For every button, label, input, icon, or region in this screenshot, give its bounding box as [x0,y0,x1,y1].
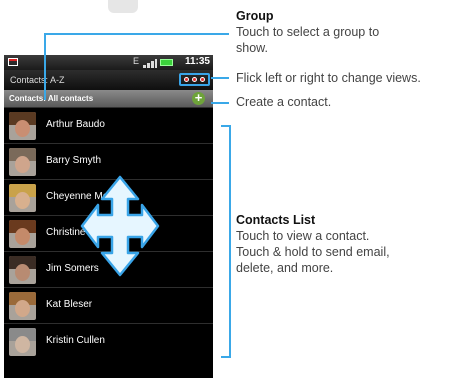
create-callout-text: Create a contact. [236,95,332,109]
list-bracket [221,125,230,127]
list-bracket [221,356,230,358]
avatar [9,256,36,284]
group-callout-text: Touch to select a group to [236,25,380,39]
flick-callout-line [211,77,229,79]
contact-name: Barry Smyth [46,155,102,166]
view-indicator-icon[interactable] [179,73,210,86]
group-selector[interactable]: Contacts: All contacts + [4,90,213,107]
create-callout: Create a contact. [236,94,331,110]
list-callout-title: Contacts List [236,213,316,227]
signal-icon [143,59,157,68]
contact-name: Kristin Cullen [46,335,105,346]
avatar [9,148,36,176]
avatar [9,220,36,248]
group-callout: Group Touch to select a group to show. [236,8,379,56]
battery-icon [160,59,173,66]
group-callout-title: Group [236,9,274,23]
create-callout-line [211,102,229,104]
list-item[interactable]: Arthur Baudo [4,107,213,143]
group-callout-line [44,33,46,100]
avatar [9,112,36,140]
contact-name: Kat Bleser [46,299,93,310]
page-title: Contacts: A-Z [10,75,65,85]
avatar [9,184,36,212]
title-bar: Contacts: A-Z [4,70,213,90]
list-callout-text: Touch to view a contact. [236,229,370,243]
navigation-dpad-icon [80,175,160,277]
list-callout-text: Touch & hold to send email, [236,245,390,259]
group-label: Contacts: All contacts [9,94,94,103]
add-contact-icon[interactable]: + [192,91,205,105]
list-item[interactable]: Kristin Cullen [4,323,213,359]
avatar [9,328,36,356]
list-item[interactable]: Barry Smyth [4,143,213,179]
network-type: E [133,56,140,66]
group-callout-text: show. [236,41,268,55]
group-callout-line [44,33,229,35]
list-item[interactable]: Kat Bleser [4,287,213,323]
flick-callout-text: Flick left or right to change views. [236,71,421,85]
phone-top-edge [108,0,138,13]
list-bracket [229,125,231,358]
flick-callout: Flick left or right to change views. [236,70,421,86]
status-time: 11:35 [184,56,210,67]
status-bar: E 11:35 [4,55,213,70]
avatar [9,292,36,320]
contact-name: Arthur Baudo [46,119,105,130]
notification-icon [8,58,18,66]
contacts-list-callout: Contacts List Touch to view a contact. T… [236,212,390,276]
list-callout-text: delete, and more. [236,261,334,275]
